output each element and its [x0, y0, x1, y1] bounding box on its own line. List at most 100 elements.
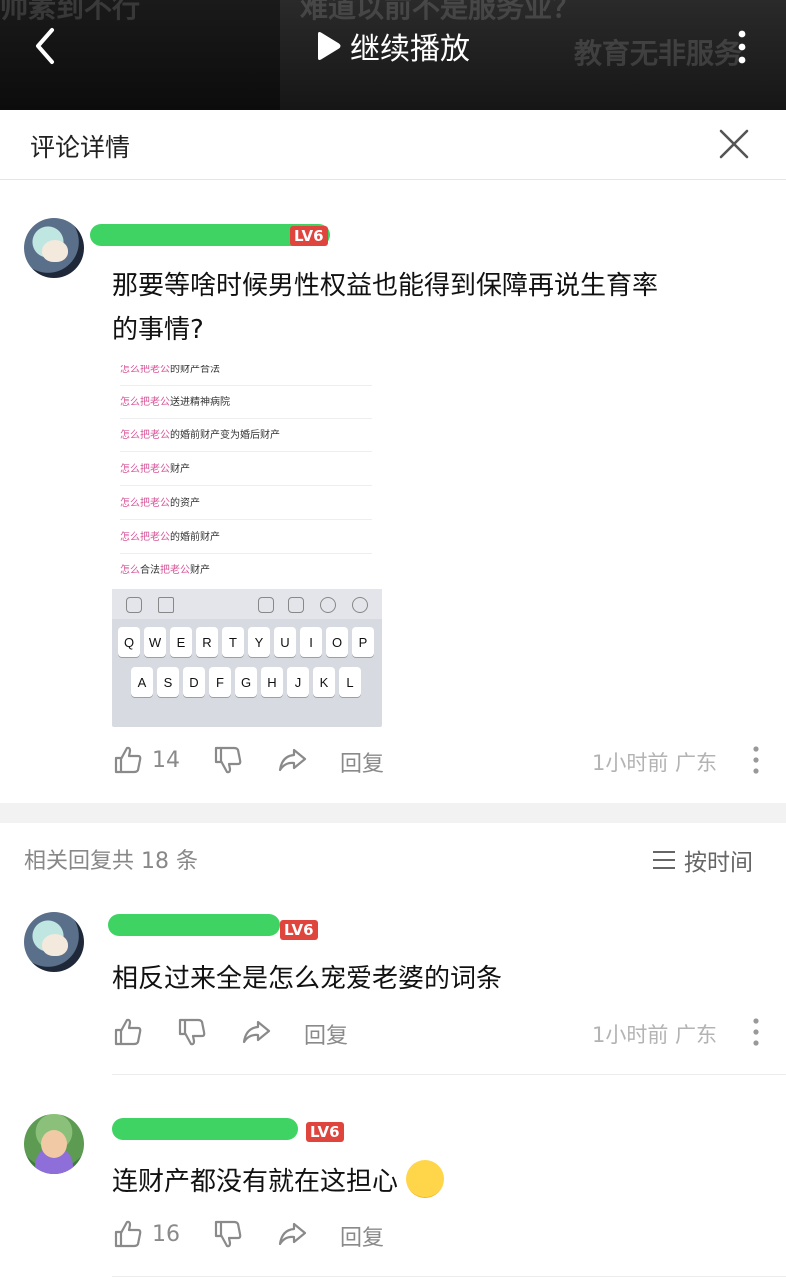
- menu-icon: [653, 851, 675, 869]
- sort-button[interactable]: 按时间: [652, 843, 753, 877]
- dislike-button[interactable]: [212, 1214, 244, 1254]
- key-g: G: [235, 667, 257, 697]
- thumbs-down-icon: [178, 1018, 206, 1046]
- thumbs-down-icon: [214, 746, 242, 774]
- comment-more-button[interactable]: [752, 745, 760, 775]
- chevron-left-icon: [36, 28, 54, 64]
- comment-text-line-2: 的事情?: [112, 315, 204, 345]
- keyboard-toolbar: [112, 589, 382, 619]
- continue-play-label: 继续播放: [350, 32, 470, 67]
- like-button[interactable]: [112, 1012, 144, 1052]
- key-y: Y: [248, 627, 270, 657]
- key-l: L: [339, 667, 361, 697]
- list-item: 怎么把老公送进精神病院: [120, 386, 372, 419]
- thumbs-down-icon: [214, 1220, 242, 1248]
- key-w: W: [144, 627, 166, 657]
- key-j: J: [287, 667, 309, 697]
- key-q: Q: [118, 627, 140, 657]
- list-item: 怎么合法把老公财产: [120, 565, 210, 576]
- comment-text[interactable]: 那要等啥时候男性权益也能得到保障再说生育率 的事情?: [112, 264, 658, 352]
- reply-text[interactable]: 连财产都没有就在这担心: [112, 1160, 445, 1204]
- key-e: E: [170, 627, 192, 657]
- like-button[interactable]: 16: [112, 1214, 180, 1254]
- crying-laughing-emoji-icon: [406, 1160, 445, 1198]
- list-item: 怎么把老公财产: [120, 453, 372, 486]
- level-badge: LV6: [290, 226, 328, 246]
- continue-play-button[interactable]: 继续播放: [314, 26, 470, 67]
- reply-separator: [112, 1074, 786, 1075]
- level-badge: LV6: [280, 920, 318, 940]
- comment-image[interactable]: 怎么把老公的财产合法 怎么把老公送进精神病院 怎么把老公的婚前财产变为婚后财产 …: [112, 365, 382, 727]
- wand-icon: [158, 597, 174, 613]
- more-vertical-icon: [753, 746, 759, 774]
- shirt-icon: [288, 597, 304, 613]
- key-i: I: [300, 627, 322, 657]
- key-t: T: [222, 627, 244, 657]
- like-count: 16: [152, 1221, 180, 1247]
- reply-separator: [112, 1276, 786, 1277]
- sort-label: 按时间: [684, 850, 753, 876]
- share-icon: [278, 1222, 307, 1246]
- like-button[interactable]: 14: [112, 740, 180, 780]
- more-vertical-icon: [753, 1018, 759, 1046]
- video-caption-center: 难道以前不是服务业？: [300, 0, 581, 24]
- key-u: U: [274, 627, 296, 657]
- close-icon: [719, 129, 749, 159]
- reply-text-content: 连财产都没有就在这担心: [112, 1167, 399, 1197]
- close-button[interactable]: [716, 126, 752, 162]
- search-suggestion-list: 怎么把老公的财产合法 怎么把老公送进精神病院 怎么把老公的婚前财产变为婚后财产 …: [112, 365, 382, 589]
- share-button[interactable]: [240, 1012, 272, 1052]
- like-count: 14: [152, 747, 180, 773]
- list-item: 怎么把老公的财产合法: [120, 365, 372, 386]
- dislike-button[interactable]: [176, 1012, 208, 1052]
- comment-detail-header: 评论详情: [0, 110, 786, 180]
- emoji-icon: [320, 597, 336, 613]
- comment-meta: 1小时前 广东: [592, 751, 718, 775]
- video-caption-right: 教育无非服务: [574, 37, 743, 70]
- avatar[interactable]: [24, 1114, 84, 1174]
- page-title: 评论详情: [30, 133, 131, 162]
- share-button[interactable]: [276, 1214, 308, 1254]
- key-a: A: [131, 667, 153, 697]
- reply-count-label: 相关回复共 18 条: [24, 849, 198, 874]
- list-item: 怎么把老公的婚前财产变为婚后财产: [120, 419, 372, 452]
- share-icon: [242, 1020, 271, 1044]
- reply-more-button[interactable]: [752, 1017, 760, 1047]
- key-p: P: [352, 627, 374, 657]
- reply-button[interactable]: 回复: [304, 1018, 348, 1050]
- thumbs-up-icon: [114, 1220, 142, 1248]
- list-item: 怎么把老公的婚前财产: [120, 521, 372, 554]
- redacted-username: [108, 914, 280, 936]
- more-vertical-icon: [738, 30, 746, 64]
- redacted-username: [112, 1118, 298, 1140]
- key-r: R: [196, 627, 218, 657]
- thumbs-up-icon: [114, 1018, 142, 1046]
- list-item: 怎么把老公的资产: [120, 487, 372, 520]
- avatar[interactable]: [24, 912, 84, 972]
- dislike-button[interactable]: [212, 740, 244, 780]
- avatar[interactable]: [24, 218, 84, 278]
- chevron-down-icon: [352, 597, 368, 613]
- section-divider: [0, 803, 786, 823]
- comment-text-line-1: 那要等啥时候男性权益也能得到保障再说生育率: [112, 271, 659, 301]
- key-d: D: [183, 667, 205, 697]
- play-icon: [318, 32, 341, 60]
- back-button[interactable]: [28, 26, 68, 66]
- reply-meta: 1小时前 广东: [592, 1023, 718, 1047]
- key-k: K: [313, 667, 335, 697]
- reply-button[interactable]: 回复: [340, 746, 384, 778]
- key-s: S: [157, 667, 179, 697]
- thumbs-up-icon: [114, 746, 142, 774]
- keyboard-switch-icon: [126, 597, 142, 613]
- share-button[interactable]: [276, 740, 308, 780]
- level-badge: LV6: [306, 1122, 344, 1142]
- key-f: F: [209, 667, 231, 697]
- more-options-button[interactable]: [732, 28, 752, 68]
- share-icon: [278, 748, 307, 772]
- keyboard: Q W E R T Y U I O P A S D F G H J K L: [112, 589, 382, 727]
- reply-button[interactable]: 回复: [340, 1220, 384, 1252]
- clipboard-icon: [258, 597, 274, 613]
- key-h: H: [261, 667, 283, 697]
- reply-text[interactable]: 相反过来全是怎么宠爱老婆的词条: [112, 957, 502, 1001]
- video-caption-left: 帅素到不行: [0, 0, 141, 24]
